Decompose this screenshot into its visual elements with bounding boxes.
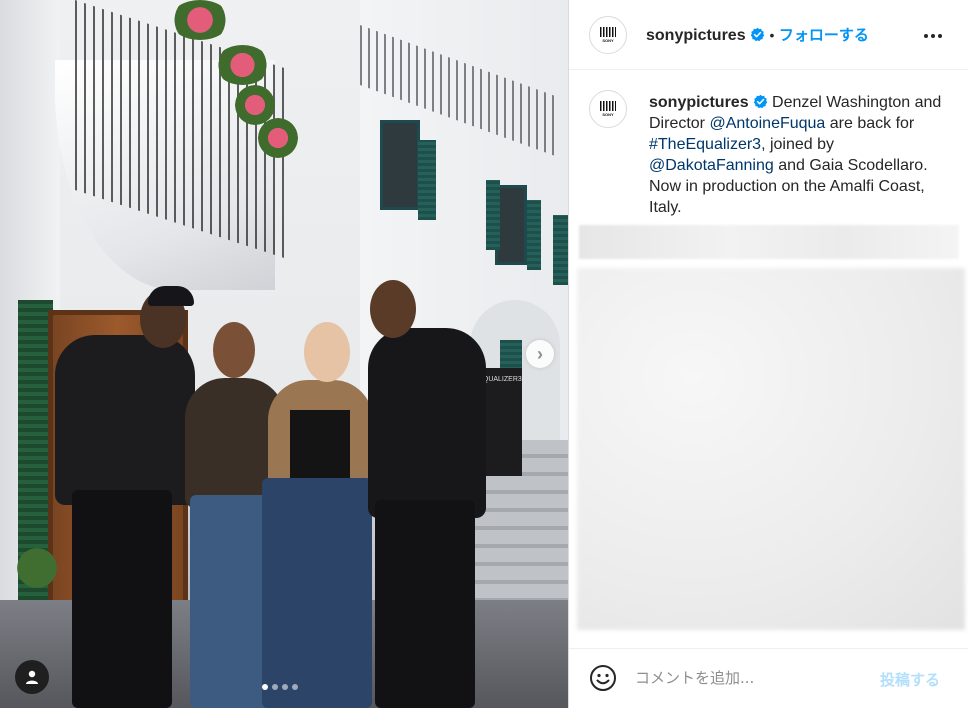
more-options-button[interactable] <box>921 24 945 48</box>
mention-dakotafanning[interactable]: @DakotaFanning <box>649 157 774 174</box>
post-comment-button[interactable]: 投稿する <box>880 669 940 690</box>
carousel-dot <box>262 684 268 690</box>
comment-bar: 投稿する <box>569 648 968 708</box>
blurred-comments-area <box>577 268 965 630</box>
post-caption: sonypictures Denzel Washington and Direc… <box>649 92 949 218</box>
verified-badge-icon <box>750 27 765 42</box>
flowers <box>258 118 298 158</box>
comment-input[interactable] <box>635 665 865 691</box>
post-header: SONY sonypictures • フォローする <box>569 0 968 70</box>
carousel-indicator <box>262 684 298 690</box>
carousel-dot <box>282 684 288 690</box>
caption-avatar[interactable]: SONY <box>589 90 627 128</box>
sony-pictures-logo: SONY <box>597 98 619 120</box>
window <box>380 120 420 210</box>
post-detail-panel: SONY sonypictures • フォローする SONY sonypict… <box>568 0 968 708</box>
username-link[interactable]: sonypictures <box>646 27 746 44</box>
shutter <box>527 200 541 270</box>
hashtag-theequalizer3[interactable]: #TheEqualizer3 <box>649 136 761 153</box>
header-text: sonypictures • フォローする <box>646 24 869 45</box>
shutter <box>418 140 436 220</box>
carousel-dot <box>292 684 298 690</box>
blurred-comment <box>579 225 959 259</box>
tagged-users-button[interactable] <box>15 660 49 694</box>
flowers <box>215 45 270 85</box>
caption-username[interactable]: sonypictures <box>649 94 749 111</box>
more-options-icon <box>924 34 928 38</box>
verified-badge-icon <box>753 94 767 109</box>
flowers <box>170 0 230 40</box>
avatar[interactable]: SONY <box>589 16 627 54</box>
carousel-dot <box>272 684 278 690</box>
follow-button[interactable]: フォローする <box>779 27 869 44</box>
caption-text: , joined by <box>761 136 835 153</box>
carousel-next-button[interactable]: › <box>526 340 554 368</box>
user-tag-icon <box>26 670 38 684</box>
shutter <box>486 180 500 250</box>
emoji-icon[interactable] <box>589 664 617 692</box>
caption-text: are back for <box>825 115 915 132</box>
separator-dot: • <box>769 27 775 43</box>
sony-pictures-logo: SONY <box>597 24 619 46</box>
chevron-right-icon: › <box>537 343 543 364</box>
shutter <box>553 215 568 285</box>
mention-antoinefuqua[interactable]: @AntoineFuqua <box>709 115 825 132</box>
post-photo[interactable]: EQUALIZER3 › <box>0 0 568 708</box>
